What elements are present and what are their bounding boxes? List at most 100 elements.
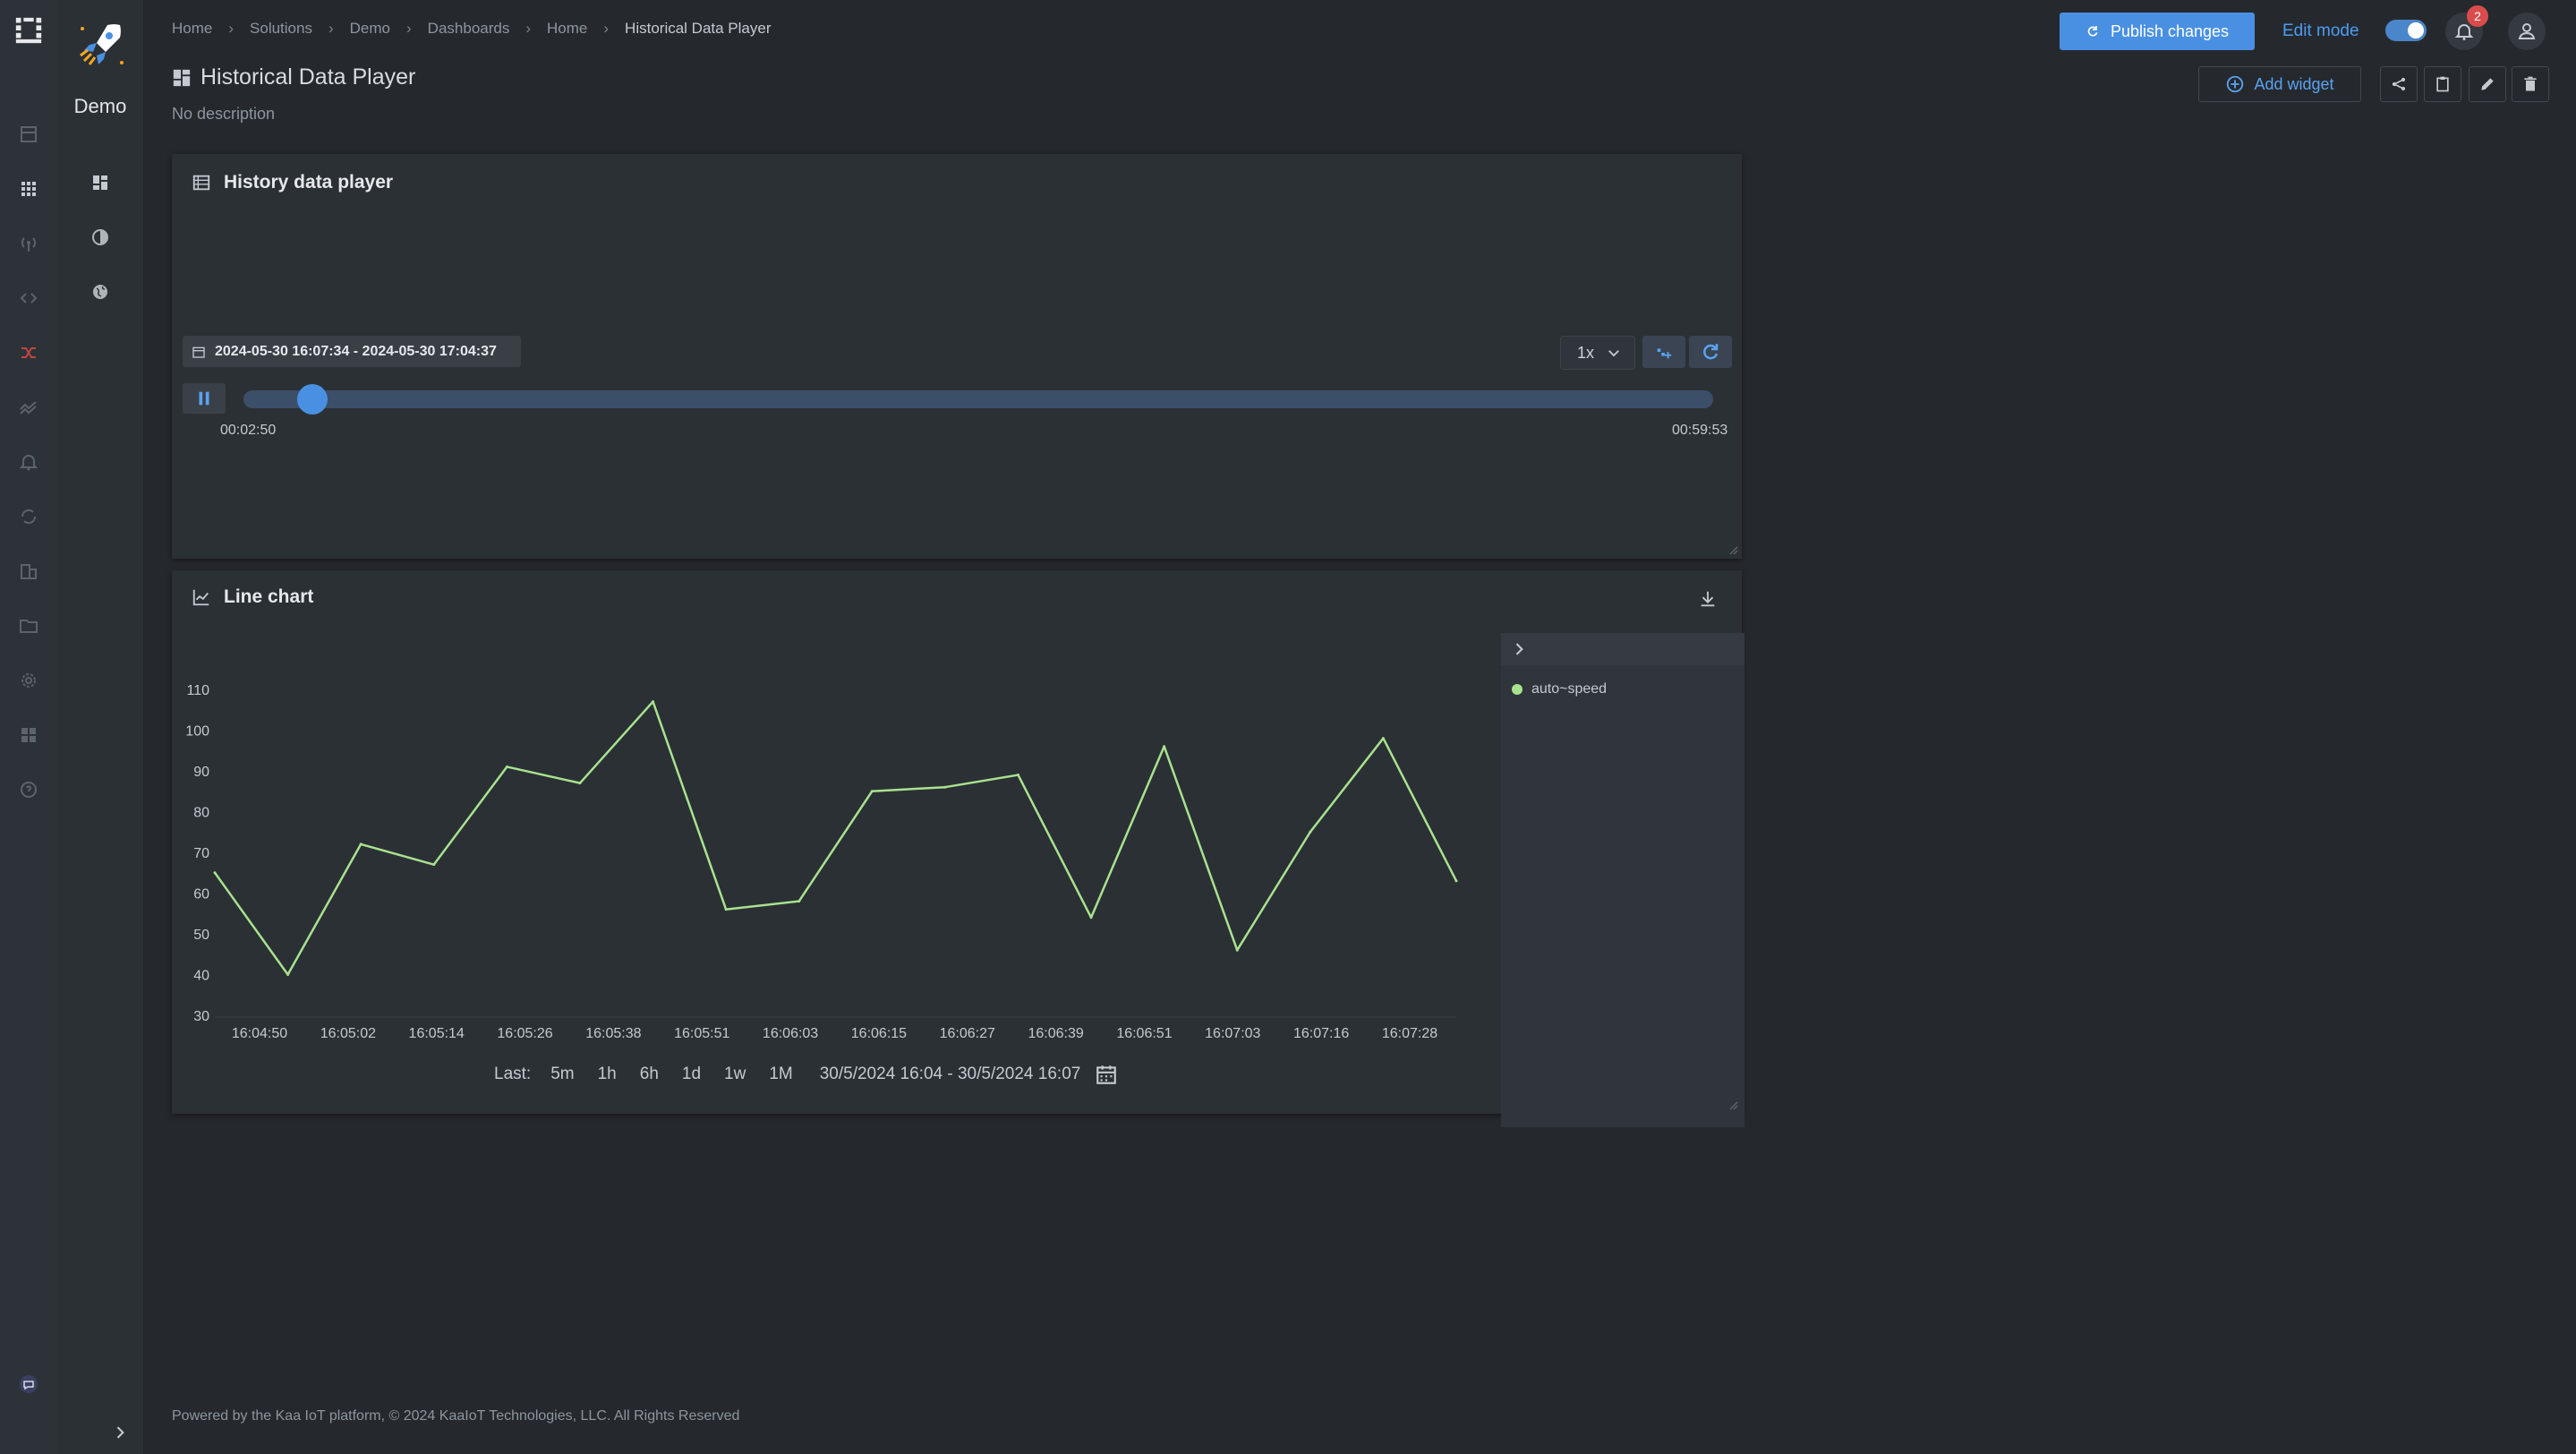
- data-point[interactable]: [432, 863, 436, 867]
- y-tick-label: 30: [193, 1009, 209, 1024]
- rocket-logo-icon: [72, 16, 129, 73]
- pause-button[interactable]: [183, 383, 226, 414]
- refresh-icon: [2087, 26, 2098, 37]
- y-tick-label: 70: [193, 846, 209, 861]
- data-point[interactable]: [286, 973, 290, 976]
- download-button[interactable]: [1695, 586, 1720, 612]
- antenna-icon[interactable]: [14, 229, 43, 258]
- data-point[interactable]: [359, 842, 363, 846]
- data-point[interactable]: [798, 900, 801, 903]
- trash-icon: [2524, 76, 2537, 91]
- chat-icon[interactable]: [14, 1370, 43, 1398]
- resize-handle-icon[interactable]: [1729, 546, 1738, 555]
- add-range-icon: [1657, 348, 1672, 359]
- legend-label: auto~speed: [1531, 681, 1608, 697]
- sync-icon[interactable]: [14, 502, 43, 531]
- data-point[interactable]: [870, 790, 874, 793]
- player-date-range[interactable]: 2024-05-30 16:07:34 - 2024-05-30 17:04:3…: [183, 336, 521, 367]
- data-point[interactable]: [724, 908, 728, 911]
- range-option-1d[interactable]: 1d: [682, 1065, 701, 1084]
- player-title: History data player: [224, 172, 394, 192]
- x-tick-label: 16:06:39: [1028, 1026, 1083, 1041]
- breadcrumb-home[interactable]: Home: [172, 20, 212, 38]
- range-option-1M[interactable]: 1M: [769, 1065, 792, 1084]
- dashboard-title-icon: [173, 69, 191, 86]
- data-point[interactable]: [213, 871, 217, 875]
- bell-nav-icon[interactable]: [14, 448, 43, 476]
- data-point[interactable]: [578, 782, 582, 785]
- kaa-logo-icon[interactable]: [13, 14, 45, 47]
- footer-text: Powered by the Kaa IoT platform, © 2024 …: [172, 1408, 740, 1424]
- share-button[interactable]: [2380, 66, 2418, 102]
- x-tick-label: 16:07:28: [1382, 1026, 1437, 1041]
- widgets-icon[interactable]: [14, 721, 43, 749]
- playback-speed-select[interactable]: 1x: [1560, 336, 1635, 370]
- folder-icon[interactable]: [14, 612, 43, 640]
- breadcrumb-dashboards[interactable]: Dashboards: [428, 20, 510, 38]
- data-point[interactable]: [1454, 879, 1458, 883]
- resize-handle-icon[interactable]: [1729, 1101, 1738, 1110]
- code-icon[interactable]: [14, 284, 43, 312]
- legend-item[interactable]: auto~speed: [1512, 681, 1607, 697]
- analytics-icon[interactable]: [14, 393, 43, 422]
- breadcrumb-home-dashboard[interactable]: Home: [547, 20, 587, 38]
- download-icon: [1701, 591, 1715, 607]
- playback-slider-handle[interactable]: [297, 384, 328, 415]
- shuffle-icon[interactable]: [14, 338, 43, 367]
- data-point[interactable]: [1235, 948, 1239, 952]
- publish-changes-button[interactable]: Publish changes: [2060, 13, 2255, 50]
- delete-button[interactable]: [2512, 66, 2549, 102]
- contrast-icon[interactable]: [86, 223, 115, 252]
- x-tick-label: 16:04:50: [232, 1026, 287, 1041]
- apps-grid-icon[interactable]: [14, 175, 43, 203]
- breadcrumb-demo[interactable]: Demo: [350, 20, 390, 38]
- data-point[interactable]: [1309, 830, 1312, 834]
- building-icon[interactable]: [14, 557, 43, 586]
- edit-mode-label: Edit mode: [2282, 21, 2359, 40]
- chevron-right-icon: ›: [328, 20, 334, 37]
- add-range-button[interactable]: [1642, 336, 1685, 368]
- globe-icon[interactable]: [86, 278, 115, 306]
- edit-button[interactable]: [2469, 66, 2506, 102]
- legend-toggle-button[interactable]: [1501, 633, 1744, 665]
- add-widget-button[interactable]: Add widget: [2198, 66, 2361, 102]
- chevron-right-icon: [116, 1426, 124, 1439]
- data-point[interactable]: [1089, 916, 1093, 919]
- reload-button[interactable]: [1689, 336, 1732, 368]
- breadcrumb: Home › Solutions › Demo › Dashboards › Home ›…: [172, 20, 772, 38]
- line-chart-widget: Line chart 30 40 50 60 70 80 90 100 110 16:04:50 1…: [172, 570, 1744, 1127]
- expand-sidebar-button[interactable]: [111, 1424, 129, 1441]
- user-menu-button[interactable]: [2508, 13, 2546, 50]
- calendar-icon: [192, 346, 205, 358]
- x-tick-label: 16:07:16: [1293, 1026, 1349, 1041]
- breadcrumb-solutions[interactable]: Solutions: [250, 20, 312, 38]
- x-tick-label: 16:05:02: [320, 1026, 376, 1041]
- gear-icon[interactable]: [14, 666, 43, 695]
- range-option-6h[interactable]: 6h: [640, 1065, 659, 1084]
- data-point[interactable]: [652, 700, 655, 704]
- calendar-picker-icon[interactable]: [1095, 1063, 1118, 1086]
- clipboard-button[interactable]: [2424, 66, 2461, 102]
- chart-date-range[interactable]: 30/5/2024 16:04 - 30/5/2024 16:07: [820, 1065, 1081, 1084]
- dashboard-nav-icon[interactable]: [14, 120, 43, 149]
- data-point[interactable]: [1016, 774, 1019, 777]
- y-tick-label: 90: [193, 765, 209, 780]
- help-icon[interactable]: [14, 775, 43, 804]
- page-title-text: Historical Data Player: [200, 64, 416, 90]
- data-point[interactable]: [1163, 745, 1166, 748]
- user-icon: [2518, 23, 2536, 39]
- range-option-5m[interactable]: 5m: [550, 1065, 574, 1084]
- notifications-button[interactable]: 2: [2445, 5, 2488, 50]
- range-option-1w[interactable]: 1w: [724, 1065, 746, 1084]
- data-point[interactable]: [1381, 737, 1385, 740]
- add-widget-label: Add widget: [2254, 74, 2334, 93]
- edit-mode-toggle[interactable]: [2385, 20, 2427, 41]
- dashboard-icon[interactable]: [86, 168, 115, 197]
- series-line-auto-speed[interactable]: [213, 700, 1458, 976]
- data-point[interactable]: [505, 765, 508, 768]
- range-option-1h[interactable]: 1h: [598, 1065, 617, 1084]
- y-tick-label: 110: [186, 683, 209, 698]
- data-point[interactable]: [943, 785, 947, 789]
- playback-progress-track[interactable]: [243, 390, 1713, 408]
- line-chart-plot: 30 40 50 60 70 80 90 100 110 16:04:50 16:05:02 16:0…: [185, 683, 1458, 1041]
